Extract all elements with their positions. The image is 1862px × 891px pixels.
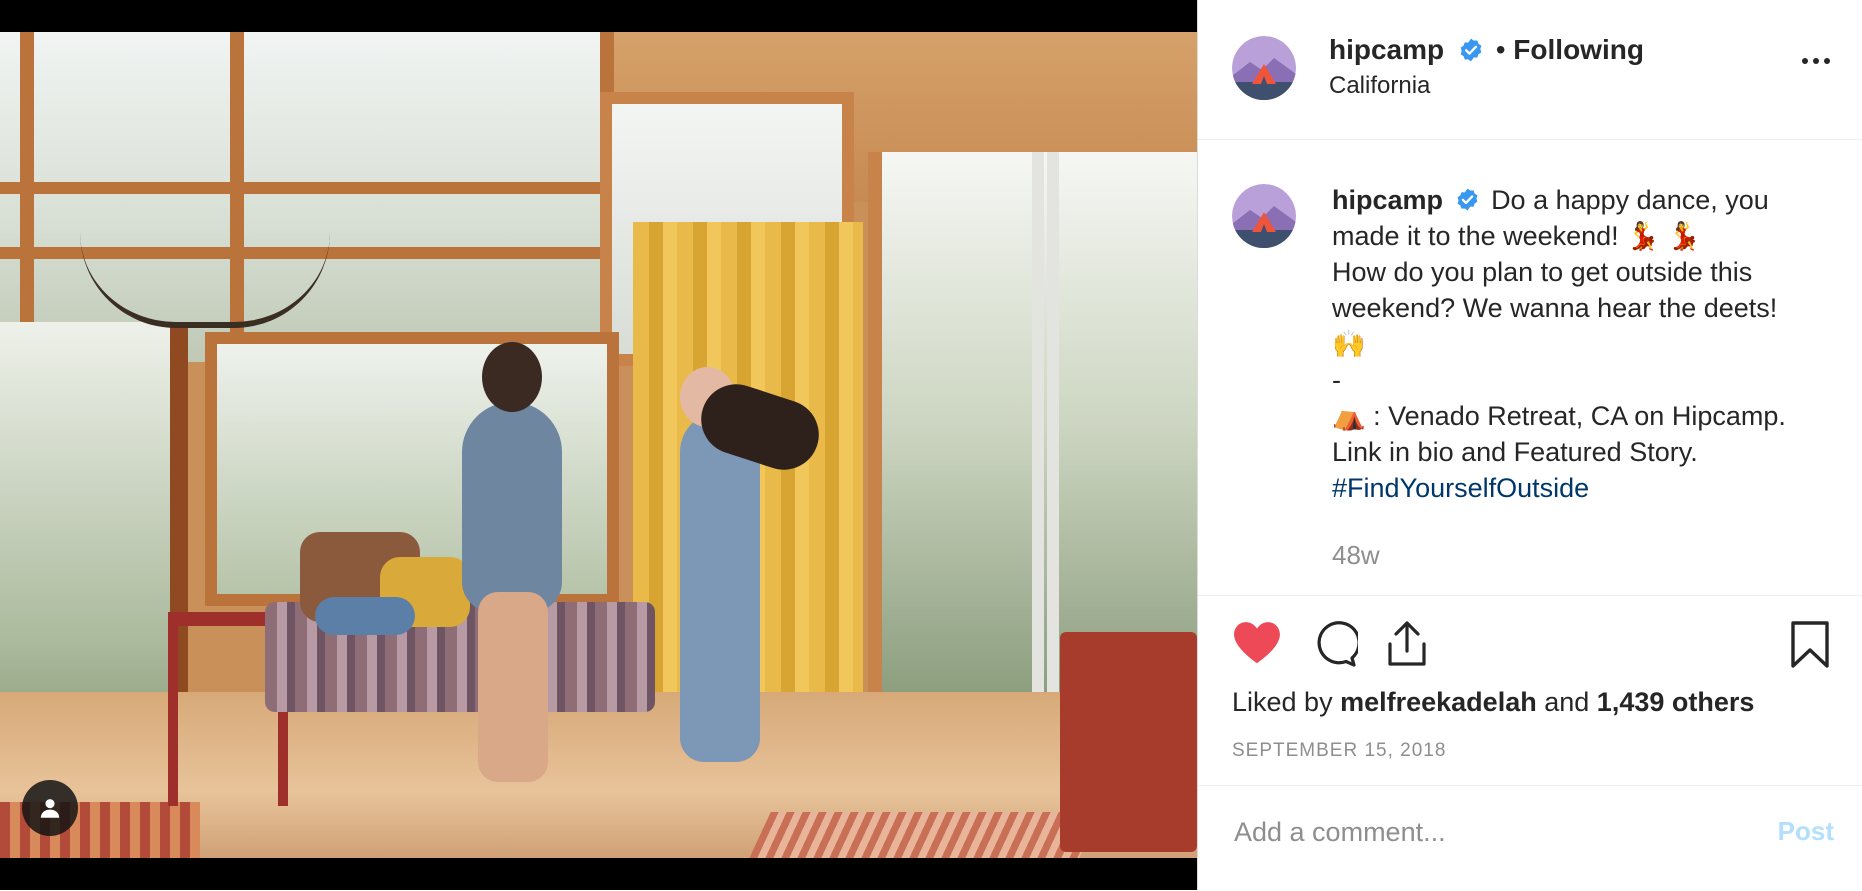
ellipsis-icon <box>1824 58 1830 64</box>
heart-filled-icon <box>1234 622 1280 663</box>
photo-dancer-left-head <box>482 342 542 412</box>
liker-username[interactable]: melfreekadelah <box>1340 687 1537 717</box>
post-date[interactable]: SEPTEMBER 15, 2018 <box>1232 740 1446 762</box>
post-photo[interactable] <box>0 32 1197 858</box>
more-options-button[interactable] <box>1802 58 1830 64</box>
hipcamp-logo-icon <box>1232 36 1296 100</box>
comment-bar: Post <box>1198 785 1862 891</box>
photo-armchair <box>1060 632 1197 852</box>
bookmark-icon <box>1791 621 1829 668</box>
header-username[interactable]: hipcamp <box>1329 34 1444 65</box>
photo-dancer-left <box>462 402 562 612</box>
post-comment-button[interactable]: Post <box>1778 816 1834 847</box>
likes-others-link[interactable]: 1,439 others <box>1597 687 1755 717</box>
following-button[interactable]: Following <box>1513 34 1644 65</box>
comment-icon <box>1317 621 1361 667</box>
share-icon <box>1388 621 1426 666</box>
action-bar <box>1232 620 1832 672</box>
caption-username[interactable]: hipcamp <box>1332 185 1443 215</box>
header-separator: • <box>1495 34 1506 65</box>
person-icon <box>40 799 60 818</box>
caption-line: How do you plan to get outside this week… <box>1332 257 1778 323</box>
header-title: hipcamp • Following <box>1329 34 1644 67</box>
caption-avatar[interactable] <box>1232 184 1296 248</box>
hipcamp-logo-icon <box>1232 184 1296 248</box>
post-header: hipcamp • Following California <box>1198 0 1862 140</box>
location-link[interactable]: California <box>1329 72 1430 100</box>
photo-window-large <box>0 32 614 362</box>
post-sidebar: hipcamp • Following California hipcamp D… <box>1197 0 1862 890</box>
caption-line: Link in bio and Featured Story. <box>1332 437 1698 467</box>
post-viewer: hipcamp • Following California hipcamp D… <box>0 0 1862 890</box>
post-age[interactable]: 48w <box>1332 540 1380 571</box>
ellipsis-icon <box>1802 58 1808 64</box>
likes-prefix: Liked by <box>1232 687 1333 717</box>
photo-dancer-left-legs <box>478 592 548 782</box>
likes-conj: and <box>1544 687 1590 717</box>
caption-line: - <box>1332 365 1341 395</box>
photo-pillow <box>315 597 415 635</box>
verified-badge-icon <box>1457 188 1477 211</box>
caption-line: 🙌 <box>1332 329 1366 359</box>
comment-button[interactable] <box>1310 620 1361 673</box>
comment-input[interactable] <box>1232 816 1716 849</box>
verified-badge-icon <box>1460 38 1482 61</box>
hashtag-link[interactable]: #FindYourselfOutside <box>1332 473 1589 503</box>
likes-summary: Liked by melfreekadelah and 1,439 others <box>1232 687 1754 718</box>
share-button[interactable] <box>1384 620 1430 673</box>
caption-section: hipcamp Do a happy dance, you made it to… <box>1198 140 1862 596</box>
photo-dancer-right <box>680 412 760 762</box>
ellipsis-icon <box>1813 58 1819 64</box>
save-button[interactable] <box>1790 620 1830 675</box>
photo-rug-right <box>749 812 1101 858</box>
caption-text: hipcamp Do a happy dance, you made it to… <box>1332 182 1832 506</box>
media-panel <box>0 0 1197 890</box>
tagged-users-button[interactable] <box>22 780 78 836</box>
caption-line: ⛺ : Venado Retreat, CA on Hipcamp. <box>1332 401 1786 431</box>
avatar[interactable] <box>1232 36 1296 100</box>
like-button[interactable] <box>1232 620 1282 671</box>
